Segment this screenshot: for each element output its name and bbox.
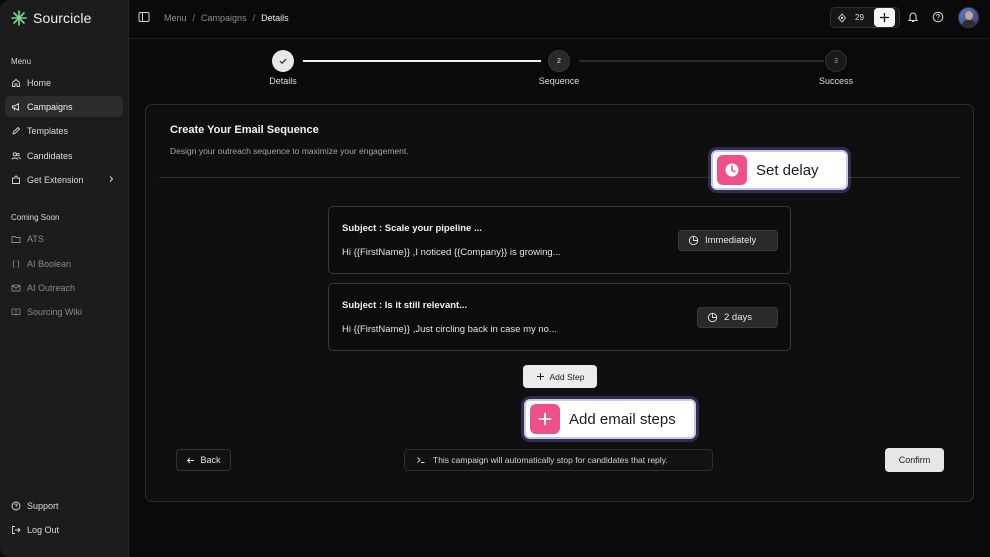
email-preview: Hi {{FirstName}} ,Just circling back in … — [342, 324, 557, 335]
sidebar-item-logout[interactable]: Log Out — [5, 519, 123, 540]
sidebar-item-ats[interactable]: ATS — [5, 228, 123, 249]
notice-text: This campaign will automatically stop fo… — [433, 455, 668, 465]
callout-label: Set delay — [756, 161, 819, 179]
sidebar-item-label: Get Extension — [27, 174, 84, 185]
sidebar-item-templates[interactable]: Templates — [5, 120, 123, 141]
timer-icon — [688, 235, 699, 246]
sidebar-item-label: ATS — [27, 233, 44, 244]
users-icon — [11, 151, 21, 160]
clock-icon — [725, 163, 739, 177]
pen-icon — [12, 126, 21, 135]
help-circle-icon — [11, 501, 21, 510]
sidebar-item-label: Sourcing Wiki — [27, 306, 83, 317]
avatar-face — [965, 11, 973, 20]
plus-icon — [538, 412, 552, 426]
page-title: Create Your Email Sequence — [170, 124, 319, 136]
logout-icon — [12, 525, 21, 534]
sidebar-item-label: Candidates — [27, 150, 73, 161]
step-label-sequence: Sequence — [538, 76, 580, 86]
sidebar-item-get-extension[interactable]: Get Extension — [5, 169, 123, 190]
add-email-steps-callout: Add email steps — [524, 399, 696, 439]
add-step-button[interactable]: Add Step — [523, 365, 597, 388]
callout-label: Add email steps — [569, 410, 676, 428]
delay-label: 2 days — [724, 312, 752, 323]
create-new-button[interactable] — [874, 8, 895, 27]
avatar[interactable] — [958, 7, 979, 28]
set-delay-callout: Set delay — [711, 150, 848, 190]
back-label: Back — [200, 455, 221, 465]
stepper-progress-line — [303, 60, 541, 62]
mail-icon — [11, 284, 21, 291]
sidebar: Sourcicle Menu Home Campaigns Templates … — [0, 0, 129, 557]
app-window: Sourcicle Menu Home Campaigns Templates … — [0, 0, 990, 557]
sidebar-item-label: AI Outreach — [27, 282, 76, 293]
step-details-done[interactable] — [272, 50, 294, 72]
sparkle-logo-icon — [11, 10, 27, 26]
sidebar-item-candidates[interactable]: Candidates — [5, 145, 123, 166]
breadcrumb-separator: / — [192, 13, 196, 23]
delay-pill[interactable]: Immediately — [678, 230, 778, 251]
delay-label: Immediately — [705, 235, 757, 246]
email-step-2[interactable]: Subject : Is it still relevant... Hi {{F… — [328, 283, 791, 351]
breadcrumb-details: Details — [261, 13, 289, 23]
home-icon — [12, 78, 20, 87]
confirm-button[interactable]: Confirm — [885, 448, 944, 472]
help-icon[interactable] — [932, 11, 944, 23]
brand-name: Sourcicle — [33, 10, 92, 26]
chevron-right-icon — [109, 176, 114, 182]
breadcrumb: Menu / Campaigns / Details — [164, 13, 289, 23]
arrow-left-icon — [187, 457, 195, 463]
sidebar-item-label: Log Out — [27, 524, 60, 535]
brand-logo[interactable]: Sourcicle — [11, 10, 91, 26]
auto-stop-notice: This campaign will automatically stop fo… — [404, 449, 713, 471]
terminal-icon — [417, 457, 425, 463]
sidebar-item-sourcing-wiki[interactable]: Sourcing Wiki — [5, 301, 123, 322]
avatar-body — [962, 20, 976, 27]
back-button[interactable]: Back — [176, 449, 231, 471]
puzzle-icon — [12, 175, 20, 184]
sidebar-item-label: AI Boolean — [27, 258, 72, 269]
email-step-1[interactable]: Subject : Scale your pipeline ... Hi {{F… — [328, 206, 791, 274]
breadcrumb-campaigns[interactable]: Campaigns — [201, 13, 247, 23]
step-success-upcoming: 3 — [825, 50, 847, 72]
stepper-pending-line — [579, 60, 824, 62]
credits-count: 29 — [855, 13, 864, 22]
diamond-icon — [837, 13, 847, 23]
sidebar-item-label: Campaigns — [27, 101, 73, 112]
folder-icon — [11, 235, 21, 243]
email-subject: Subject : Scale your pipeline ... — [342, 223, 482, 234]
step-sequence-current[interactable]: 2 — [548, 50, 570, 72]
sidebar-item-ai-outreach[interactable]: AI Outreach — [5, 277, 123, 298]
step-label-success: Success — [818, 76, 853, 86]
delay-pill[interactable]: 2 days — [697, 307, 778, 328]
sidebar-item-campaigns[interactable]: Campaigns — [5, 96, 123, 117]
sidebar-item-label: Home — [27, 77, 52, 88]
megaphone-icon — [12, 102, 19, 111]
page-subtitle: Design your outreach sequence to maximiz… — [170, 146, 409, 156]
sidebar-item-label: Support — [27, 500, 59, 511]
book-icon — [11, 308, 21, 316]
step-label-details: Details — [269, 76, 297, 86]
menu-section-label: Menu — [11, 57, 32, 66]
breadcrumb-separator: / — [252, 13, 256, 23]
plus-icon — [536, 373, 544, 380]
check-icon — [279, 58, 287, 65]
bell-icon[interactable] — [907, 11, 919, 23]
top-bar: Menu / Campaigns / Details 29 — [129, 0, 990, 39]
sidebar-item-home[interactable]: Home — [5, 72, 123, 93]
sidebar-item-ai-boolean[interactable]: AI Boolean — [5, 253, 123, 274]
plus-icon — [880, 13, 889, 22]
sidebar-item-support[interactable]: Support — [5, 495, 123, 516]
add-step-label: Add Step — [549, 371, 585, 382]
sidebar-toggle-icon[interactable] — [138, 11, 150, 23]
email-preview: Hi {{FirstName}} ,I noticed {{Company}} … — [342, 247, 561, 258]
email-subject: Subject : Is it still relevant... — [342, 300, 468, 311]
coming-soon-section-label: Coming Soon — [11, 213, 60, 222]
callout-badge — [530, 404, 560, 434]
braces-icon — [12, 259, 20, 268]
callout-badge — [717, 155, 747, 185]
sidebar-item-label: Templates — [27, 125, 69, 136]
breadcrumb-menu[interactable]: Menu — [164, 13, 187, 23]
timer-icon — [707, 312, 718, 323]
